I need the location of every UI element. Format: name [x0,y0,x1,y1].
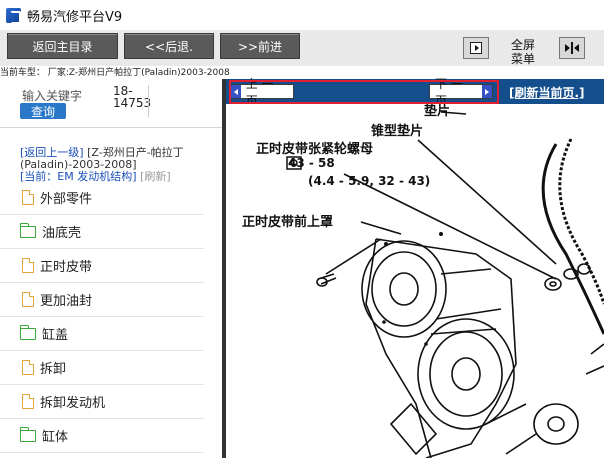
fullscreen-icon [565,42,579,54]
app-title: 畅易汽修平台V9 [27,9,123,25]
tree-item-label: 拆卸发动机 [40,396,106,411]
front-cover-label: 正时皮带前上罩 [242,215,334,230]
repair-diagram: 垫片 锥型垫片 正时皮带张紧轮螺母 43 - 58 (4.4 - 5.9, 32… [226,104,604,458]
document-icon [22,360,34,375]
title-bar: 畅易汽修平台V9 [0,0,604,30]
tree-item[interactable]: 外部零件 [0,181,204,215]
folder-icon [20,222,36,238]
refresh-page-link[interactable]: [刷新当前页.] [509,84,585,101]
fullscreen-button[interactable] [559,37,585,59]
tree-item[interactable]: 拆卸发动机 [0,385,204,419]
folder-icon [20,426,36,442]
divider [0,127,222,128]
tree-item[interactable]: 正时皮带 [0,249,204,283]
highlight-frame [229,80,499,104]
folder-icon [20,324,36,340]
keyword-line2: 14753 [113,96,152,110]
fullscreen-label-line1: 全屏 [510,38,535,52]
app-logo-icon [6,7,21,24]
keyword-label: 输入关键字 [22,89,83,103]
query-button[interactable]: 查询 [20,103,66,119]
torque-wrench-icon [286,156,302,170]
tree-item[interactable]: 缸体 [0,419,204,453]
document-icon [22,292,34,307]
tree-item-label: 缸体 [42,430,69,445]
cone-washer-label: 锥型垫片 [371,124,424,139]
fullscreen-menu-label: 全屏 菜单 [503,38,543,66]
tree-item-label: 正时皮带 [40,260,93,275]
document-icon [22,394,34,409]
keyword-divider [148,85,149,117]
tree-item-label: 更加油封 [40,294,93,309]
panel-toggle-icon [470,42,482,54]
torque-units: (4.4 - 5.9, 32 - 43) [308,174,431,188]
tree-item-label: 外部零件 [40,192,93,207]
toolbar: 返回主目录 <<后退. >>前进 全屏 菜单 [0,30,604,66]
gasket-label: 垫片 [424,104,451,119]
tensioner-nut-label: 正时皮带张紧轮螺母 [256,142,374,157]
tree-item-label: 拆卸 [40,362,67,377]
current-vehicle-text: 当前车型： 厂家:Z-郑州日产帕拉丁(Paladin)2003-2008 [0,68,230,77]
tree-item[interactable]: 缸盖 [0,317,204,351]
forward-button[interactable]: >>前进 [220,33,300,59]
document-icon [22,258,34,273]
tree-item-label: 油底壳 [42,226,82,241]
fullscreen-label-line2: 菜单 [510,52,535,66]
tree-item-label: 缸盖 [42,328,69,343]
keyword-value[interactable]: 18- 14753 [113,85,151,109]
home-button[interactable]: 返回主目录 [7,33,118,59]
tree-item[interactable]: 拆卸 [0,351,204,385]
tree-item[interactable]: 更加油封 [0,283,204,317]
breadcrumb: [返回上一级] [Z-郑州日产-帕拉丁(Paladin)-2003-2008] … [20,147,218,183]
collapse-panel-button[interactable] [463,37,489,59]
document-icon [22,190,34,205]
left-panel: 输入关键字 18- 14753 查询 [返回上一级] [Z-郑州日产-帕拉丁(P… [0,79,222,458]
timing-belt-diagram [316,111,604,458]
tree-item[interactable]: 油底壳 [0,215,204,249]
back-button[interactable]: <<后退. [124,33,214,59]
